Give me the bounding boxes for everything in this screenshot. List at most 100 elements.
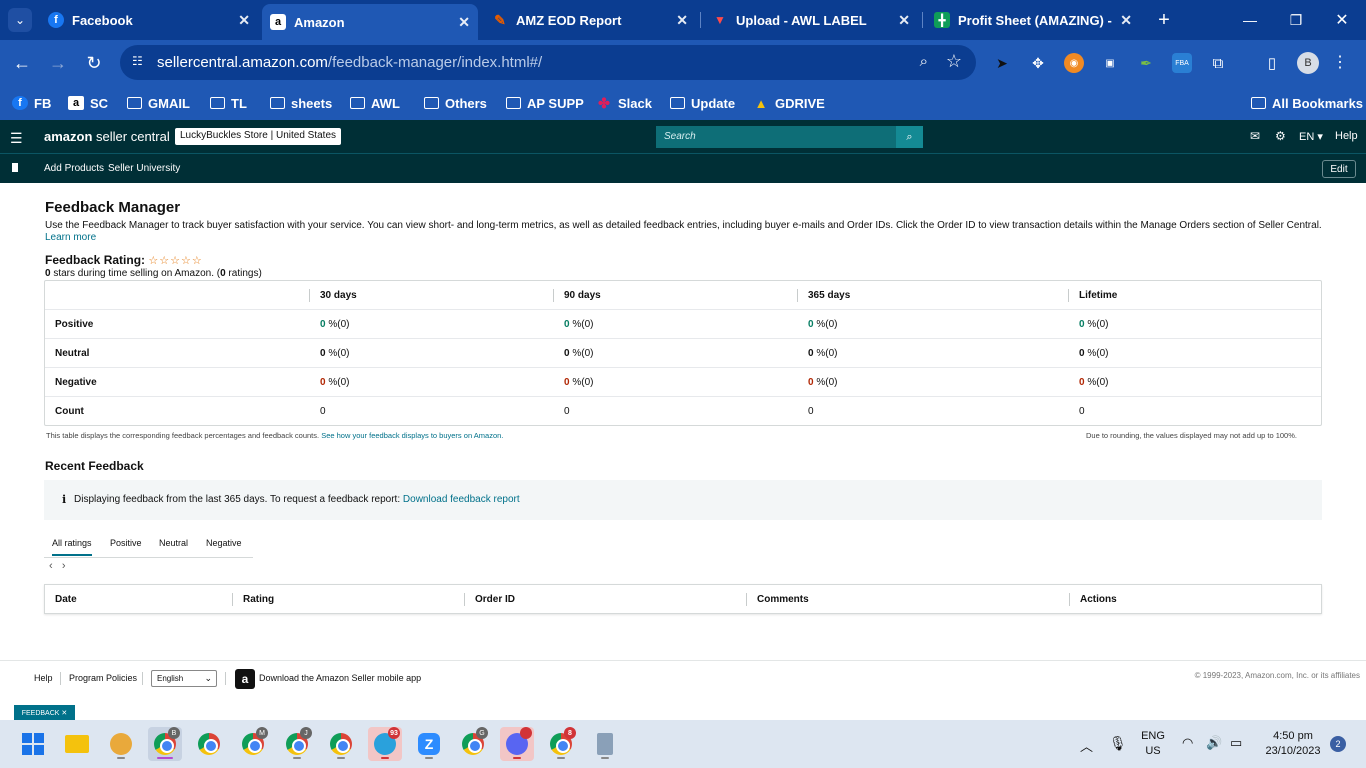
discord-icon[interactable] [500,727,534,761]
col-date[interactable]: Date [55,594,77,605]
download-report-link[interactable]: Download feedback report [403,494,520,505]
address-bar[interactable]: ☷ sellercentral.amazon.com/feedback-mana… [120,45,976,80]
col-order-id[interactable]: Order ID [475,594,515,605]
chrome-profile-m-icon[interactable]: M [236,727,270,761]
gear-icon[interactable]: ⚙ [1275,129,1286,143]
tab-upload-awl-label[interactable]: ▼ Upload - AWL LABEL ✕ [704,4,918,36]
bookmark-others[interactable]: Others [423,93,487,113]
search-icon[interactable]: ⌕ [896,126,923,148]
zoom-app-icon[interactable]: Z [412,727,446,761]
tab-neutral[interactable]: Neutral [159,538,188,548]
bookmark-slack[interactable]: ✤ Slack [596,93,652,113]
search-input[interactable]: Search [656,126,896,148]
clock[interactable]: 4:50 pm 23/10/2023 [1256,729,1330,759]
seller-central-logo[interactable]: amazon seller central [44,129,170,144]
notification-badge[interactable]: 2 [1330,736,1346,752]
col-rating[interactable]: Rating [243,594,274,605]
tab-facebook[interactable]: f Facebook ✕ [40,4,258,36]
extension-arrow-icon[interactable]: ➤ [992,53,1012,73]
all-bookmarks[interactable]: All Bookmarks [1250,93,1363,113]
tab-profit-sheet[interactable]: ╋ Profit Sheet (AMAZING) - G ✕ [926,4,1140,36]
bookmark-sheets[interactable]: sheets [269,93,332,113]
extension-camera-icon[interactable]: ▣ [1100,53,1120,73]
bookmark-icon[interactable] [12,163,18,172]
microphone-icon[interactable]: 🎙 [1109,735,1127,752]
url-text[interactable]: sellercentral.amazon.com/feedback-manage… [157,54,542,71]
close-icon[interactable]: ✕ [898,12,910,29]
tab-search-button[interactable]: ⌄ [8,8,32,32]
file-explorer-icon[interactable] [60,727,94,761]
bookmark-ap-supp[interactable]: AP SUPP [505,93,584,113]
battery-icon[interactable]: ▭ [1230,735,1242,751]
forward-button[interactable]: → [46,51,70,75]
help-link[interactable]: Help [1335,130,1358,142]
window-close-button[interactable]: ✕ [1330,8,1354,32]
chevron-left-icon[interactable]: ‹ [49,560,53,572]
add-products-link[interactable]: Add Products [44,163,104,174]
mail-icon[interactable]: ✉ [1250,129,1260,143]
restore-button[interactable]: ❐ [1284,8,1308,32]
reload-button[interactable]: ↻ [82,51,106,75]
chrome-profile-g-icon[interactable]: G [456,727,490,761]
bookmark-update[interactable]: Update [669,93,735,113]
extension-circle-icon[interactable]: ◉ [1064,53,1084,73]
language-selector[interactable]: EN ▾ [1299,130,1323,143]
telegram-icon[interactable]: 93 [368,727,402,761]
extension-pen-icon[interactable]: ✒ [1136,53,1156,73]
tab-negative[interactable]: Negative [206,538,242,548]
seller-university-link[interactable]: Seller University [108,163,180,174]
input-language[interactable]: ENG US [1136,729,1170,759]
chrome-profile-j-icon[interactable]: J [280,727,314,761]
col-comments[interactable]: Comments [757,594,809,605]
wifi-icon[interactable]: ◠ [1182,735,1193,751]
learn-more-link[interactable]: Learn more [45,232,96,243]
chevron-right-icon[interactable]: › [62,560,66,572]
zoom-icon[interactable]: ⌕ [920,53,928,70]
minimize-button[interactable]: — [1238,8,1262,32]
bookmark-sc[interactable]: a SC [68,93,108,113]
back-button[interactable]: ← [10,51,34,75]
profile-avatar[interactable]: B [1297,52,1319,74]
tab-amz-eod-report[interactable]: ✎ AMZ EOD Report ✕ [484,4,696,36]
close-icon[interactable]: ✕ [458,14,470,31]
bookmark-star-icon[interactable]: ☆ [946,51,962,72]
bookmark-gmail[interactable]: GMAIL [126,93,190,113]
menu-kebab-icon[interactable]: ⋮ [1332,52,1348,72]
extension-puzzle-icon[interactable]: ✥ [1028,53,1048,73]
tab-amazon[interactable]: a Amazon ✕ [262,4,478,40]
app-mascot-icon[interactable] [104,727,138,761]
close-icon[interactable]: ✕ [676,12,688,29]
language-select[interactable]: English ⌄ [151,670,217,687]
col-actions[interactable]: Actions [1080,594,1117,605]
store-selector[interactable]: LuckyBuckles Store | United States [175,128,342,145]
bookmark-awl[interactable]: AWL [349,93,400,113]
chrome-profile-icon[interactable] [324,727,358,761]
program-policies-link[interactable]: Program Policies [69,673,137,683]
bookmark-gdrive[interactable]: ▲ GDRIVE [753,93,825,113]
close-icon[interactable]: ✕ [238,12,250,29]
calculator-icon[interactable] [588,727,622,761]
bookmark-fb[interactable]: f FB [12,93,51,113]
footer-help-link[interactable]: Help [34,673,53,683]
chevron-up-icon[interactable]: ︿ [1080,736,1093,755]
hamburger-menu-icon[interactable]: ☰ [10,130,23,147]
site-settings-icon[interactable]: ☷ [132,54,148,70]
chrome-red-icon[interactable]: 8 [544,727,578,761]
new-tab-button[interactable]: + [1152,8,1176,32]
close-icon[interactable]: ✕ [1120,12,1132,29]
edit-button[interactable]: Edit [1322,160,1356,178]
feedback-button[interactable]: FEEDBACK ✕ [14,705,75,720]
extensions-icon[interactable]: ⧉ [1208,53,1228,73]
chrome-profile-b-icon[interactable]: B [148,727,182,761]
amazon-app-icon[interactable]: a [235,669,255,689]
side-panel-icon[interactable]: ▯ [1262,53,1282,73]
extension-fba-icon[interactable]: FBA [1172,53,1192,73]
bookmark-tl[interactable]: TL [209,93,247,113]
start-button[interactable] [16,727,50,761]
volume-icon[interactable]: 🔊 [1206,735,1222,751]
chrome-icon[interactable] [192,727,226,761]
tab-all-ratings[interactable]: All ratings [52,538,92,556]
download-app-link[interactable]: Download the Amazon Seller mobile app [259,673,421,683]
feedback-display-link[interactable]: See how your feedback displays to buyers… [321,431,503,440]
tab-positive[interactable]: Positive [110,538,142,548]
